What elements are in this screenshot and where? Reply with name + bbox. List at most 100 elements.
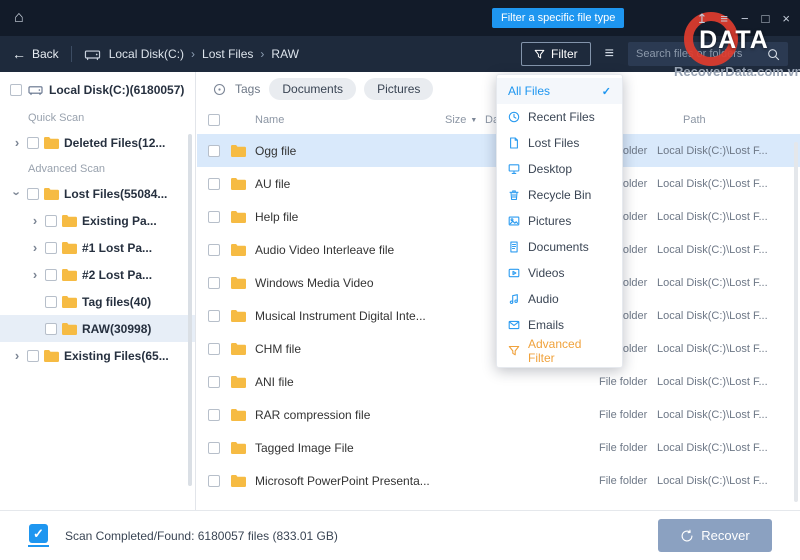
file-name: Microsoft PowerPoint Presenta... bbox=[255, 473, 430, 488]
checkbox[interactable] bbox=[27, 187, 39, 200]
home-icon[interactable]: ⌂ bbox=[14, 9, 24, 27]
toolbar-divider bbox=[70, 46, 72, 62]
filter-menu-item[interactable]: Emails bbox=[497, 312, 622, 338]
checkbox[interactable] bbox=[45, 322, 57, 335]
recover-button[interactable]: Recover bbox=[658, 519, 772, 552]
filter-menu-item[interactable]: All Files ✓ bbox=[497, 78, 622, 104]
folder-icon bbox=[44, 349, 59, 362]
checkbox[interactable] bbox=[208, 441, 220, 454]
folder-icon bbox=[231, 375, 246, 388]
sidebar-item[interactable]: › #1 Lost Pa... bbox=[0, 234, 195, 261]
back-button[interactable]: ← Back bbox=[12, 46, 59, 62]
checkbox[interactable] bbox=[45, 241, 57, 254]
chevron-right-icon[interactable]: › bbox=[12, 349, 22, 362]
minimize-icon[interactable]: − bbox=[741, 12, 749, 25]
checkbox[interactable] bbox=[208, 474, 220, 487]
file-name: CHM file bbox=[255, 341, 302, 356]
chevron-right-icon[interactable]: › bbox=[30, 241, 40, 254]
column-name[interactable]: Name bbox=[255, 114, 445, 126]
checkbox[interactable] bbox=[208, 177, 220, 190]
file-name: RAR compression file bbox=[255, 407, 371, 422]
chevron-right-icon[interactable]: › bbox=[12, 136, 22, 149]
titlebar: ⌂ Filter a specific file type ↥ ≡ − □ × bbox=[0, 0, 800, 36]
filter-button[interactable]: Filter bbox=[520, 42, 591, 66]
filter-menu-item[interactable]: Pictures bbox=[497, 208, 622, 234]
sidebar-item-label: Existing Files(65... bbox=[64, 348, 169, 363]
file-path: Local Disk(C:)\Lost F... bbox=[657, 441, 768, 454]
column-path[interactable]: Path bbox=[657, 114, 800, 126]
checkbox[interactable] bbox=[208, 243, 220, 256]
sidebar-item[interactable]: › Existing Files(65... bbox=[0, 342, 195, 369]
disk-icon bbox=[28, 84, 43, 96]
sidebar-scrollbar[interactable] bbox=[188, 134, 192, 486]
checkbox[interactable] bbox=[10, 84, 22, 96]
checkbox[interactable] bbox=[45, 214, 57, 227]
filter-menu-item[interactable]: Videos bbox=[497, 260, 622, 286]
list-scrollbar[interactable] bbox=[794, 142, 798, 502]
filter-menu-item[interactable]: Recent Files bbox=[497, 104, 622, 130]
sidebar-item[interactable]: Tag files(40) bbox=[0, 288, 195, 315]
sidebar-section-label: Advanced Scan bbox=[28, 163, 106, 175]
checkbox[interactable] bbox=[208, 276, 220, 289]
checkbox[interactable] bbox=[27, 136, 39, 149]
breadcrumb: Local Disk(C:) › Lost Files › RAW bbox=[109, 47, 299, 61]
checkbox[interactable] bbox=[208, 210, 220, 223]
checkbox[interactable] bbox=[45, 268, 57, 281]
list-view-icon[interactable]: ≡ bbox=[605, 46, 614, 62]
breadcrumb-item[interactable]: RAW bbox=[271, 47, 299, 61]
checkbox[interactable] bbox=[27, 349, 39, 362]
email-icon bbox=[508, 319, 520, 331]
chevron-down-icon[interactable]: › bbox=[10, 189, 25, 199]
maximize-icon[interactable]: □ bbox=[762, 12, 770, 25]
column-size[interactable]: Size ▼ bbox=[445, 114, 485, 126]
toolbar: ← Back Local Disk(C:) › Lost Files › RAW Fil… bbox=[0, 36, 800, 72]
filter-menu-item[interactable]: Recycle Bin bbox=[497, 182, 622, 208]
folder-icon bbox=[62, 241, 77, 254]
table-row[interactable]: Microsoft PowerPoint Presenta... File fol… bbox=[197, 464, 800, 497]
search-input[interactable] bbox=[636, 48, 767, 60]
upload-icon[interactable]: ↥ bbox=[696, 12, 707, 25]
sidebar-tree: Quick Scan › Deleted Files(12... Advanced S… bbox=[0, 105, 195, 369]
checkbox[interactable] bbox=[208, 309, 220, 322]
select-all-checkbox[interactable] bbox=[208, 114, 220, 126]
filter-menu-item-label: Lost Files bbox=[528, 136, 580, 150]
folder-icon bbox=[62, 322, 77, 335]
filter-menu-item[interactable]: Audio bbox=[497, 286, 622, 312]
table-row[interactable]: Tagged Image File File folder Local Disk(C… bbox=[197, 431, 800, 464]
chevron-right-icon[interactable]: › bbox=[30, 268, 40, 281]
filter-menu-item[interactable]: Lost Files bbox=[497, 130, 622, 156]
checkbox[interactable] bbox=[208, 375, 220, 388]
filter-menu-item[interactable]: Documents bbox=[497, 234, 622, 260]
sidebar-item[interactable]: › Deleted Files(12... bbox=[0, 129, 195, 156]
folder-icon bbox=[231, 441, 246, 454]
search-icon[interactable] bbox=[767, 48, 780, 61]
table-row[interactable]: ANI file File folder Local Disk(C:)\Lost F… bbox=[197, 365, 800, 398]
chevron-right-icon[interactable]: › bbox=[30, 214, 40, 227]
breadcrumb-item[interactable]: Lost Files bbox=[202, 47, 253, 61]
checkbox[interactable] bbox=[208, 342, 220, 355]
file-path: Local Disk(C:)\Lost F... bbox=[657, 243, 768, 256]
menu-icon[interactable]: ≡ bbox=[720, 12, 728, 25]
sidebar-item[interactable]: › Existing Pa... bbox=[0, 207, 195, 234]
tag-chip[interactable]: Documents bbox=[269, 78, 357, 100]
sidebar: Local Disk(C:)(6180057) Quick Scan › Delet… bbox=[0, 72, 196, 510]
sidebar-item-label: Tag files(40) bbox=[82, 294, 152, 309]
filter-menu-item-label: Recycle Bin bbox=[528, 188, 592, 202]
tag-chip[interactable]: Pictures bbox=[364, 78, 434, 100]
picture-icon bbox=[508, 215, 520, 227]
checkbox[interactable] bbox=[45, 295, 57, 308]
filter-menu-item[interactable]: Advanced Filter bbox=[497, 337, 622, 365]
table-row[interactable]: RAR compression file File folder Local Dis… bbox=[197, 398, 800, 431]
sort-arrow-icon: ▼ bbox=[470, 116, 478, 124]
search-box[interactable] bbox=[628, 42, 788, 66]
sidebar-root-item[interactable]: Local Disk(C:)(6180057) bbox=[0, 72, 195, 105]
filter-menu-item[interactable]: Desktop bbox=[497, 156, 622, 182]
sidebar-item-label: Existing Pa... bbox=[82, 213, 157, 228]
sidebar-item[interactable]: RAW(30998) bbox=[0, 315, 195, 342]
sidebar-item[interactable]: › Lost Files(55084... bbox=[0, 180, 195, 207]
checkbox[interactable] bbox=[208, 144, 220, 157]
checkbox[interactable] bbox=[208, 408, 220, 421]
breadcrumb-item[interactable]: Local Disk(C:) bbox=[109, 47, 184, 61]
sidebar-item[interactable]: › #2 Lost Pa... bbox=[0, 261, 195, 288]
close-icon[interactable]: × bbox=[782, 12, 790, 25]
